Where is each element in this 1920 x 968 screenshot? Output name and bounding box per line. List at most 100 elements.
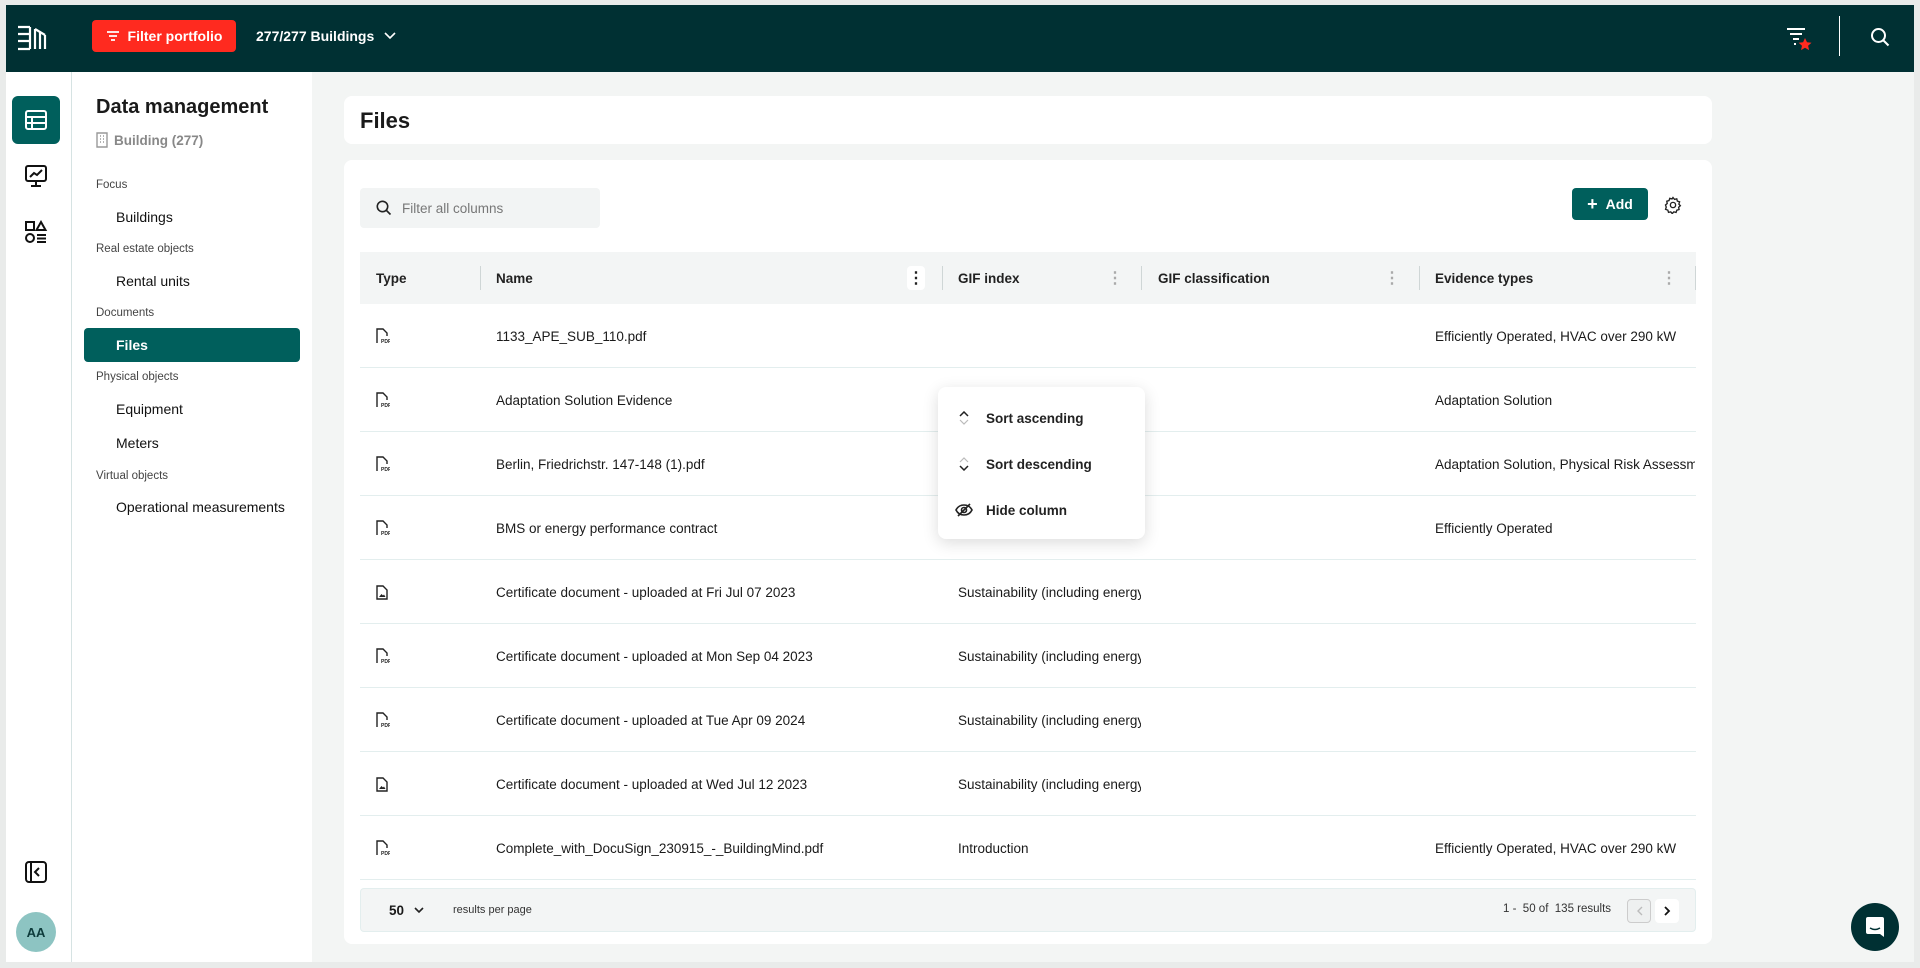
shapes-icon	[25, 220, 48, 243]
table-row[interactable]: PDF Certificate document - uploaded at M…	[360, 624, 1696, 688]
pdf-file-icon: PDF	[376, 304, 390, 368]
table-row[interactable]: PDF Certificate document - uploaded at T…	[360, 688, 1696, 752]
sidebar-item-meters[interactable]: Meters	[84, 426, 300, 460]
buildings-selector-label: 277/277 Buildings	[256, 28, 375, 44]
column-menu-button-gif-classification[interactable]: ⋮	[1383, 266, 1401, 290]
saved-filters-star-icon[interactable]	[1786, 25, 1814, 51]
menu-item-sort-descending[interactable]: Sort descending	[938, 444, 1145, 484]
section-documents: Documents	[96, 307, 155, 319]
icon-rail: AA	[6, 72, 72, 962]
column-divider[interactable]	[1141, 266, 1142, 290]
column-header-type[interactable]: Type	[376, 252, 407, 304]
column-header-name[interactable]: Name	[496, 252, 533, 304]
settings-gear-icon[interactable]	[1664, 196, 1682, 214]
collapse-sidebar-button[interactable]	[12, 848, 60, 896]
column-divider[interactable]	[1695, 266, 1696, 290]
logo-icon	[18, 25, 47, 51]
sidebar-item-operational-measurements[interactable]: Operational measurements	[84, 490, 300, 524]
section-focus: Focus	[96, 179, 128, 191]
evidence-types: Efficiently Operated	[1435, 520, 1553, 536]
gif-classification	[1158, 368, 1418, 432]
buildings-selector[interactable]: 277/277 Buildings	[256, 28, 396, 44]
column-menu-button-evidence-types[interactable]: ⋮	[1660, 266, 1678, 290]
table-icon	[25, 110, 47, 130]
column-header-gif-index[interactable]: GIF index	[958, 252, 1020, 304]
pdf-file-icon: PDF	[376, 688, 390, 752]
file-name[interactable]: Certificate document - uploaded at Fri J…	[496, 560, 936, 624]
column-divider[interactable]	[1419, 266, 1420, 290]
filter-portfolio-label: Filter portfolio	[127, 28, 223, 44]
section-physical: Physical objects	[96, 371, 179, 383]
file-name[interactable]: Berlin, Friedrichstr. 147-148 (1).pdf	[496, 432, 936, 496]
table-row[interactable]: Certificate document - uploaded at Wed J…	[360, 752, 1696, 816]
menu-item-label: Sort descending	[986, 456, 1092, 472]
gif-classification	[1158, 752, 1418, 816]
svg-text:PDF: PDF	[381, 403, 390, 408]
file-name[interactable]: BMS or energy performance contract	[496, 496, 936, 560]
page-size-select[interactable]: 50	[375, 895, 431, 925]
table-row[interactable]: PDF Complete_with_DocuSign_230915_-_Buil…	[360, 816, 1696, 880]
evidence-types	[1435, 560, 1695, 624]
next-page-button[interactable]	[1655, 899, 1679, 923]
evidence-types	[1435, 752, 1695, 816]
per-page-label: results per page	[453, 904, 532, 916]
image-file-icon	[376, 752, 388, 816]
search-icon	[376, 200, 392, 216]
files-table: Type Name ⋮ GIF index ⋮ GIF classificati…	[360, 252, 1696, 880]
pdf-file-icon: PDF	[376, 368, 390, 432]
menu-item-label: Sort ascending	[986, 410, 1084, 426]
results-range: 1 - 50 of 135 results	[1503, 903, 1612, 915]
menu-item-hide-column[interactable]: Hide column	[938, 490, 1145, 530]
plus-icon: +	[1587, 194, 1598, 214]
gif-index: Sustainability (including energy)	[958, 584, 1141, 600]
sidebar-item-rental-units[interactable]: Rental units	[84, 264, 300, 298]
files-card: Filter all columns + Add Type Name ⋮ GIF…	[344, 160, 1712, 944]
pdf-file-icon: PDF	[376, 432, 390, 496]
chevron-down-icon	[384, 32, 396, 40]
gif-classification	[1158, 432, 1418, 496]
file-name[interactable]: Certificate document - uploaded at Wed J…	[496, 752, 936, 816]
table-row[interactable]: Certificate document - uploaded at Fri J…	[360, 560, 1696, 624]
file-name[interactable]: Certificate document - uploaded at Tue A…	[496, 688, 936, 752]
column-header-gif-classification[interactable]: GIF classification	[1158, 252, 1270, 304]
building-count-label: Building (277)	[114, 132, 204, 148]
svg-text:PDF: PDF	[381, 659, 390, 664]
svg-text:PDF: PDF	[381, 723, 390, 728]
objects-nav[interactable]	[12, 208, 60, 256]
page-size-value: 50	[389, 902, 405, 918]
add-button[interactable]: + Add	[1572, 188, 1648, 220]
add-label: Add	[1605, 196, 1633, 212]
file-name[interactable]: Adaptation Solution Evidence	[496, 368, 936, 432]
column-divider[interactable]	[480, 266, 481, 290]
search-icon[interactable]	[1870, 27, 1890, 47]
column-menu-button-gif-index[interactable]: ⋮	[1106, 266, 1124, 290]
section-real-estate: Real estate objects	[96, 243, 194, 255]
data-management-nav[interactable]	[12, 96, 60, 144]
sidebar-item-equipment[interactable]: Equipment	[84, 392, 300, 426]
evidence-types: Efficiently Operated, HVAC over 290 kW	[1435, 840, 1677, 856]
menu-item-sort-ascending[interactable]: Sort ascending	[938, 398, 1145, 438]
building-icon	[96, 132, 108, 148]
sidebar-item-files[interactable]: Files	[84, 328, 300, 362]
analytics-nav[interactable]	[12, 152, 60, 200]
file-name[interactable]: Certificate document - uploaded at Mon S…	[496, 624, 936, 688]
page-title: Files	[344, 96, 1712, 144]
sidebar-item-buildings[interactable]: Buildings	[84, 200, 300, 234]
avatar[interactable]: AA	[16, 912, 56, 952]
prev-page-button[interactable]	[1627, 899, 1651, 923]
chat-icon	[1866, 917, 1884, 937]
file-name[interactable]: 1133_APE_SUB_110.pdf	[496, 304, 936, 368]
file-name[interactable]: Complete_with_DocuSign_230915_-_Building…	[496, 816, 936, 880]
evidence-types	[1435, 688, 1695, 752]
table-row[interactable]: PDF 1133_APE_SUB_110.pdf Efficiently Ope…	[360, 304, 1696, 368]
column-menu-button-name[interactable]: ⋮	[907, 266, 925, 290]
building-count: Building (277)	[96, 132, 203, 148]
pdf-file-icon: PDF	[376, 624, 390, 688]
column-divider[interactable]	[942, 266, 943, 290]
column-header-evidence-types[interactable]: Evidence types	[1435, 252, 1533, 304]
evidence-types	[1435, 624, 1695, 688]
filter-icon	[106, 31, 119, 41]
filter-portfolio-button[interactable]: Filter portfolio	[92, 20, 236, 52]
chat-support-button[interactable]	[1851, 903, 1899, 951]
search-input[interactable]: Filter all columns	[360, 188, 600, 228]
